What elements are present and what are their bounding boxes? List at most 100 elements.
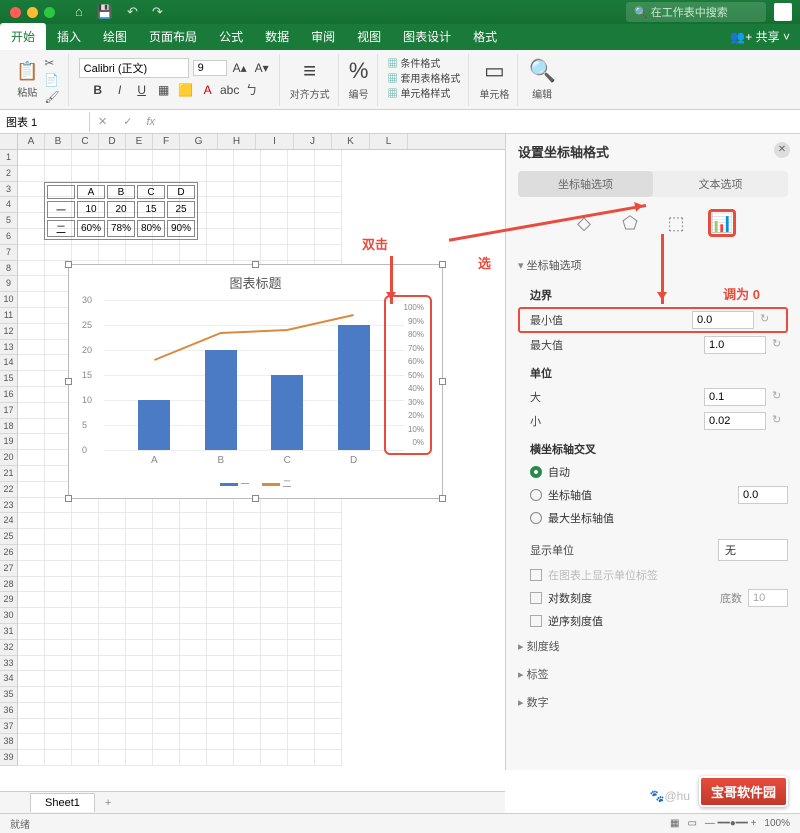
panel-title: 设置坐标轴格式 xyxy=(518,142,788,161)
min-value-input[interactable] xyxy=(692,311,754,329)
paste-icon[interactable]: 📋 xyxy=(16,61,38,82)
italic-button[interactable]: I xyxy=(111,81,129,99)
effects-icon[interactable]: ⬠ xyxy=(616,209,644,237)
cancel-icon[interactable]: ✕ xyxy=(90,115,115,128)
cells-icon[interactable]: ▭ xyxy=(484,58,505,84)
close-panel-icon[interactable]: ✕ xyxy=(774,142,790,158)
worksheet[interactable]: ABCDEFGHIJKL 123456789101112131415161718… xyxy=(0,134,505,770)
font-color-icon[interactable]: A xyxy=(199,81,217,99)
clipboard-group: 📋 粘贴 ✂ 📄 🖌 xyxy=(8,54,69,106)
tab-home[interactable]: 开始 xyxy=(0,23,46,50)
user-avatar-icon[interactable] xyxy=(774,3,792,21)
decrease-font-icon[interactable]: A▾ xyxy=(253,59,271,77)
phonetic-icon[interactable]: ㄅ xyxy=(243,81,261,99)
font-size-select[interactable]: 9 xyxy=(193,60,227,76)
home-icon[interactable]: ⌂ xyxy=(75,4,83,20)
status-text: 就绪 xyxy=(10,816,30,831)
strikethrough-icon[interactable]: abc xyxy=(221,81,239,99)
search-input[interactable]: 🔍 在工作表中搜索 xyxy=(626,2,766,22)
panel-icon-row: ◇ ⬠ ⬚ 📊 xyxy=(518,209,788,237)
table-format-button[interactable]: 套用表格格式 xyxy=(388,72,461,87)
axis-options-icon[interactable]: 📊 xyxy=(708,209,736,237)
secondary-axis[interactable]: 100%90%80%70%60%50%40%30%20%10%0% xyxy=(384,295,432,455)
font-group: Calibri (正文) 9 A▴ A▾ B I U ▦ 🟨 A abc ㄅ xyxy=(71,54,280,106)
zoom-slider[interactable]: — ━━●━━ + xyxy=(705,818,757,829)
watermark-badge: 宝哥软件园 xyxy=(699,776,788,807)
tab-formula[interactable]: 公式 xyxy=(208,23,254,50)
tab-view[interactable]: 视图 xyxy=(346,23,392,50)
field-min: 最小值 ↻ xyxy=(518,307,788,333)
tab-format[interactable]: 格式 xyxy=(462,23,508,50)
minor-unit-input[interactable] xyxy=(704,412,766,430)
reset-icon[interactable]: ↻ xyxy=(760,312,776,328)
section-numbers[interactable]: 数字 xyxy=(518,688,788,716)
share-button[interactable]: 👥+ 共享 ˅ xyxy=(720,23,800,50)
radio-max-axis[interactable]: 最大坐标轴值 xyxy=(518,507,788,529)
radio-axis-value[interactable]: 坐标轴值 xyxy=(518,483,788,507)
tab-insert[interactable]: 插入 xyxy=(46,23,92,50)
log-base-input[interactable] xyxy=(748,589,788,607)
save-icon[interactable]: 💾 xyxy=(97,4,113,20)
find-icon[interactable]: 🔍 xyxy=(528,58,555,84)
minimize-window-icon[interactable] xyxy=(27,7,38,18)
size-icon[interactable]: ⬚ xyxy=(662,209,690,237)
fill-color-icon[interactable]: 🟨 xyxy=(177,81,195,99)
section-ticks[interactable]: 刻度线 xyxy=(518,632,788,660)
display-unit-select[interactable]: 无 xyxy=(718,539,788,561)
checkbox-reverse[interactable]: 逆序刻度值 xyxy=(518,610,788,632)
undo-icon[interactable]: ↶ xyxy=(127,4,138,20)
align-group: ≡ 对齐方式 xyxy=(282,54,339,106)
confirm-icon[interactable]: ✓ xyxy=(115,115,140,128)
max-value-input[interactable] xyxy=(704,336,766,354)
formula-bar[interactable]: fx xyxy=(140,114,161,130)
data-table: ABCD 一10201525 二60%78%80%90% xyxy=(44,182,198,240)
styles-group: 条件格式 套用表格格式 单元格样式 xyxy=(380,54,470,106)
format-painter-icon[interactable]: 🖌 xyxy=(44,90,59,104)
sheet-tab[interactable]: Sheet1 xyxy=(30,793,95,812)
reset-icon[interactable]: ↻ xyxy=(772,337,788,353)
conditional-format-button[interactable]: 条件格式 xyxy=(388,57,461,72)
plot-area[interactable]: 051015202530ABCD xyxy=(104,300,404,450)
tab-data[interactable]: 数据 xyxy=(254,23,300,50)
column-headers: ABCDEFGHIJKL xyxy=(0,134,505,150)
tab-draw[interactable]: 绘图 xyxy=(92,23,138,50)
tab-axis-options[interactable]: 坐标轴选项 xyxy=(518,171,653,197)
checkbox-log[interactable]: 对数刻度 底数 xyxy=(518,586,788,610)
add-sheet-icon[interactable]: + xyxy=(95,794,121,812)
quick-access: ⌂ 💾 ↶ ↷ xyxy=(65,4,163,20)
number-group: % 编号 xyxy=(341,54,378,106)
copy-icon[interactable]: 📄 xyxy=(44,73,59,87)
reset-icon[interactable]: ↻ xyxy=(772,389,788,405)
zoom-level[interactable]: 100% xyxy=(764,818,790,829)
axis-value-input[interactable] xyxy=(738,486,788,504)
border-icon[interactable]: ▦ xyxy=(155,81,173,99)
cell-style-button[interactable]: 单元格样式 xyxy=(388,87,461,102)
font-family-select[interactable]: Calibri (正文) xyxy=(79,58,189,78)
cut-icon[interactable]: ✂ xyxy=(44,56,59,70)
annotation-arrow-icon xyxy=(661,234,664,304)
underline-button[interactable]: U xyxy=(133,81,151,99)
view-normal-icon[interactable]: ▦ xyxy=(670,818,679,829)
major-unit-input[interactable] xyxy=(704,388,766,406)
percent-icon[interactable]: % xyxy=(349,58,369,84)
annotation-setzero: 调为 0 xyxy=(723,284,760,303)
window-controls xyxy=(0,7,65,18)
tab-layout[interactable]: 页面布局 xyxy=(138,23,208,50)
section-axis-options[interactable]: 坐标轴选项 xyxy=(518,251,788,279)
tab-text-options[interactable]: 文本选项 xyxy=(653,171,788,197)
tab-review[interactable]: 审阅 xyxy=(300,23,346,50)
section-labels[interactable]: 标签 xyxy=(518,660,788,688)
tab-chart-design[interactable]: 图表设计 xyxy=(392,23,462,50)
bold-button[interactable]: B xyxy=(89,81,107,99)
increase-font-icon[interactable]: A▴ xyxy=(231,59,249,77)
maximize-window-icon[interactable] xyxy=(44,7,55,18)
view-layout-icon[interactable]: ▭ xyxy=(687,818,696,829)
close-window-icon[interactable] xyxy=(10,7,21,18)
col-header[interactable]: A xyxy=(18,134,45,149)
name-box[interactable]: 图表 1 xyxy=(0,112,90,132)
redo-icon[interactable]: ↷ xyxy=(152,4,163,20)
radio-auto[interactable]: 自动 xyxy=(518,461,788,483)
reset-icon[interactable]: ↻ xyxy=(772,413,788,429)
align-icon[interactable]: ≡ xyxy=(303,58,316,84)
chart-legend[interactable]: 一 二 xyxy=(219,477,291,490)
